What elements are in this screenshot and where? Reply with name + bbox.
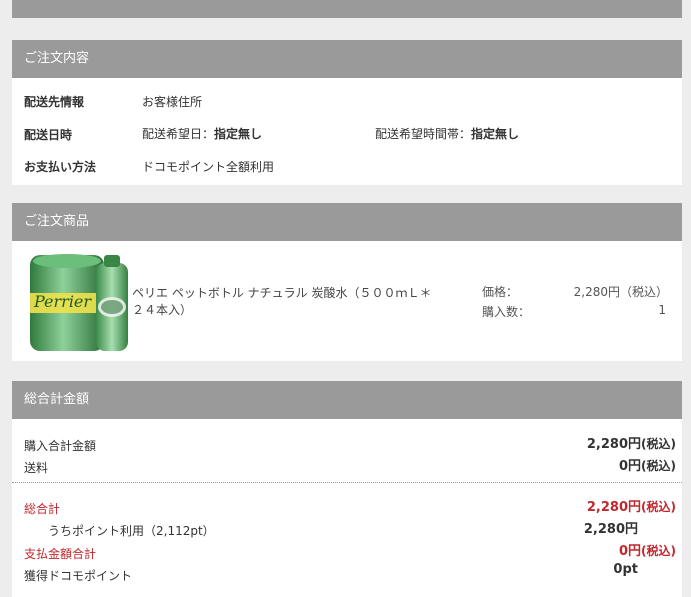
product-name[interactable]: ペリエ ペットボトル ナチュラル 炭酸水（５００ｍＬ＊２４本入） — [132, 285, 442, 319]
order-details-section: ご注文内容 配送先情報 お客様住所 配送日時 配送希望日：指定無し 配送希望時間… — [12, 40, 682, 185]
quantity-value: 1 — [658, 303, 666, 317]
grand-total-label: 総合計 — [24, 502, 61, 516]
totals-divider — [12, 482, 682, 483]
purchase-total-value: 2,280円 — [586, 437, 642, 452]
shipping-tax: (税込) — [641, 459, 676, 473]
product-row: Perrier ペリエ ペットボトル ナチュラル 炭酸水（５００ｍＬ＊２４本入）… — [12, 241, 682, 361]
payment-total-tax: (税込) — [641, 544, 676, 558]
points-used-value: 2,280円 — [583, 522, 638, 537]
shipping-label: 送料 — [24, 461, 49, 475]
total-amount-header: 総合計金額 — [12, 381, 682, 419]
ordered-product-header: ご注文商品 — [12, 203, 682, 241]
shipping-value: 0円 — [618, 459, 642, 474]
points-used-label: うちポイント利用（2,112pt） — [48, 524, 215, 538]
delivery-time-value: 配送希望時間帯：指定無し — [375, 125, 519, 142]
top-bar — [12, 0, 682, 18]
quantity-label: 購入数： — [482, 305, 531, 319]
time-value: 指定無し — [471, 127, 520, 141]
delivery-date-value: 配送希望日：指定無し — [142, 125, 262, 142]
payment-total-amount: 0円(税込) — [619, 540, 676, 559]
purchase-total-label: 購入合計金額 — [24, 439, 97, 453]
delivery-info-label: 配送先情報 — [24, 95, 85, 109]
purchase-total-amount: 2,280円(税込) — [587, 433, 676, 452]
payment-total-value: 0円 — [618, 544, 642, 559]
purchase-total-tax: (税込) — [641, 437, 676, 451]
date-prefix: 配送希望日： — [142, 127, 215, 141]
price-label: 価格： — [482, 285, 519, 299]
product-image[interactable]: Perrier — [30, 249, 132, 352]
delivery-date-label: 配送日時 — [24, 128, 73, 142]
grand-total-value: 2,280円 — [586, 500, 642, 515]
grand-total-tax: (税込) — [641, 500, 676, 514]
date-value: 指定無し — [214, 127, 263, 141]
shipping-amount: 0円(税込) — [619, 455, 676, 474]
grand-total-amount: 2,280円(税込) — [587, 496, 676, 515]
delivery-info-value: お客様住所 — [142, 95, 203, 109]
earned-points-label: 獲得ドコモポイント — [24, 569, 133, 583]
ordered-product-section: ご注文商品 Perrier ペリエ ペットボトル ナチュラル 炭酸水（５００ｍＬ… — [12, 203, 682, 361]
order-details-header: ご注文内容 — [12, 40, 682, 78]
payment-method-label: お支払い方法 — [24, 160, 97, 174]
total-amount-section: 総合計金額 購入合計金額 2,280円(税込) 送料 0円(税込) 総合計 2,… — [12, 381, 682, 597]
payment-total-label: 支払金額合計 — [24, 547, 97, 561]
price-value: 2,280円（税込） — [573, 285, 668, 299]
time-prefix: 配送希望時間帯： — [375, 127, 472, 141]
payment-method-value: ドコモポイント全額利用 — [142, 160, 275, 174]
earned-points-value: 0pt — [613, 562, 638, 577]
product-image-brand: Perrier — [33, 292, 92, 311]
